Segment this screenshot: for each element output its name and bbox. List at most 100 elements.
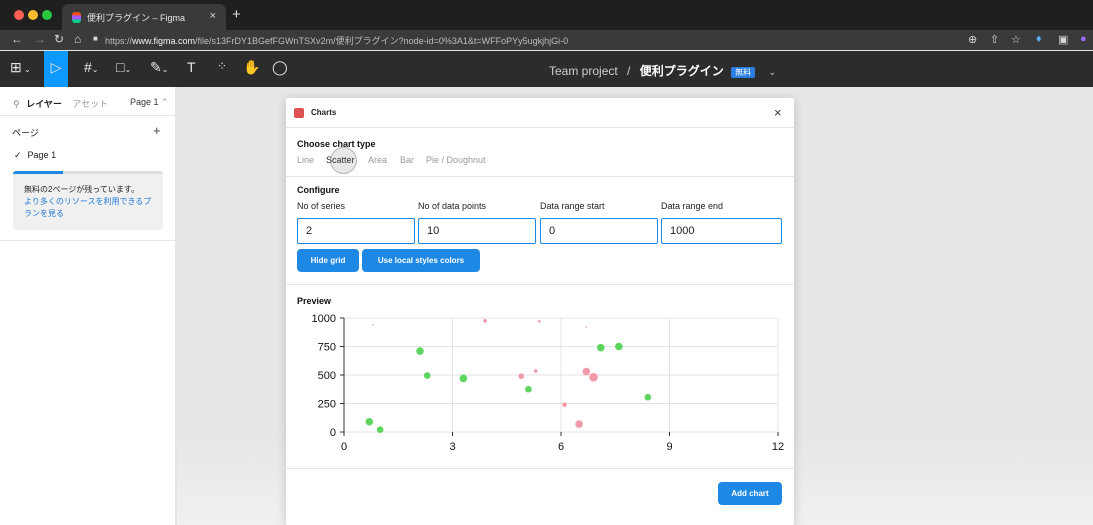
use-local-styles-button[interactable]: Use local styles colors (362, 249, 480, 272)
range-end-input[interactable]: 1000 (661, 218, 782, 244)
breadcrumb-separator: / (627, 64, 631, 78)
pages-heading: ページ (12, 128, 39, 138)
text-tool-icon[interactable]: T (187, 59, 196, 79)
divider (286, 468, 794, 469)
forward-arrow-icon[interactable]: → (34, 32, 46, 46)
scatter-point-series-1 (596, 343, 605, 352)
scatter-point-series-1 (423, 372, 431, 379)
scatter-point-series-2 (575, 420, 583, 428)
tab-assets[interactable]: アセット (72, 99, 108, 109)
scatter-point-series-2 (483, 319, 487, 323)
series-count-label: No of series (297, 201, 346, 211)
range-start-input[interactable]: 0 (540, 218, 658, 244)
url-field[interactable]: https://www.figma.com/file/s13FrDY1BGefF… (105, 34, 568, 47)
chart-type-bar[interactable]: Bar (400, 155, 414, 165)
page-list-item-label: Page 1 (27, 150, 57, 160)
range-end-label: Data range end (661, 201, 724, 211)
home-icon[interactable]: ⌂ (74, 32, 81, 46)
move-tool-icon[interactable]: ▷ (44, 51, 68, 87)
main-menu-icon[interactable]: ⊞ ⌄ (10, 59, 31, 79)
tab-title: 便利プラグイン – Figma (87, 12, 186, 23)
comment-tool-icon[interactable]: ◯ (272, 59, 288, 79)
preview-heading: Preview (297, 296, 332, 306)
page-selector[interactable]: Page 1 ⌃ (130, 97, 169, 108)
plan-badge: 無料 (731, 67, 756, 78)
scatter-point-series-1 (525, 385, 532, 393)
configure-heading: Configure (297, 185, 340, 195)
chart-type-area[interactable]: Area (368, 155, 387, 165)
scatter-point-series-2 (562, 402, 567, 407)
hide-grid-button[interactable]: Hide grid (297, 249, 359, 272)
chart-type-pie[interactable]: Pie / Doughnut (426, 155, 486, 165)
page-selector-label: Page 1 (130, 97, 159, 107)
divider (0, 240, 176, 241)
free-plan-notice: 無料の2ページが残っています。 より多くのリソースを利用できるプランを見る (13, 171, 163, 230)
pen-tool-icon[interactable]: ✎⌄ (150, 59, 168, 79)
page-usage-bar (13, 171, 163, 174)
figma-logo-icon (72, 11, 81, 23)
y-tick-label: 1000 (312, 313, 336, 325)
page-list-item[interactable]: ✓ Page 1 (14, 150, 56, 161)
scatter-point-series-1 (615, 342, 623, 351)
search-icon[interactable]: ⚲ (13, 99, 20, 109)
scatter-point-series-2 (533, 369, 538, 373)
scatter-point-series-2 (585, 326, 588, 328)
y-tick-label: 750 (318, 342, 336, 354)
new-tab-button[interactable]: + (232, 6, 241, 23)
zoom-icon[interactable]: ⊕ (968, 33, 977, 46)
close-icon[interactable]: × (774, 105, 782, 120)
scatter-point-series-1 (459, 374, 468, 383)
reload-icon[interactable]: ↻ (54, 32, 64, 46)
series-count-input[interactable]: 2 (297, 218, 415, 244)
x-tick-label: 3 (449, 441, 455, 453)
scatter-point-series-1 (416, 347, 424, 355)
scatter-point-series-2 (538, 320, 541, 323)
extensions-puzzle-icon[interactable]: ▣ (1058, 33, 1068, 46)
chart-type-line[interactable]: Line (297, 155, 314, 165)
chevron-down-icon[interactable]: ⌄ (768, 67, 776, 77)
extension-icon[interactable]: ♦ (1036, 33, 1042, 45)
browser-tab[interactable]: 便利プラグイン – Figma × (62, 4, 226, 30)
range-start-label: Data range start (540, 201, 605, 211)
maximize-window-button[interactable] (42, 10, 52, 20)
share-icon[interactable]: ⇧ (990, 33, 999, 46)
tab-layers[interactable]: レイヤー (26, 99, 62, 109)
divider (0, 115, 176, 116)
y-tick-label: 500 (318, 370, 336, 382)
project-name: Team project (549, 64, 618, 78)
scatter-point-series-2 (582, 367, 591, 376)
back-arrow-icon[interactable]: ← (11, 32, 23, 46)
plugin-title: Charts (311, 108, 337, 117)
checkmark-icon: ✓ (14, 150, 22, 160)
frame-tool-icon[interactable]: #⌄ (84, 59, 99, 79)
url-path: /file/s13FrDY1BGefFGWnTSXv2m/便利プラグイン?nod… (195, 36, 569, 46)
x-tick-label: 0 (341, 441, 347, 453)
figma-toolbar: ⊞ ⌄ ▷ #⌄ □⌄ ✎⌄ T ⁘ ✋ ◯ Team project / 便利… (0, 51, 1093, 87)
resources-icon[interactable]: ⁘ (217, 59, 227, 79)
y-tick-label: 250 (318, 399, 336, 411)
minimize-window-button[interactable] (28, 10, 38, 20)
hand-tool-icon[interactable]: ✋ (243, 59, 260, 79)
tab-close-button[interactable]: × (210, 10, 216, 22)
x-tick-label: 9 (666, 441, 672, 453)
add-page-button[interactable]: + (153, 123, 161, 138)
notice-text: 無料の2ページが残っています。 (24, 185, 140, 194)
profile-avatar-icon[interactable]: ● (1080, 33, 1087, 45)
scatter-point-series-1 (376, 426, 384, 434)
browser-tab-bar: 便利プラグイン – Figma × + (0, 0, 1093, 30)
x-tick-label: 12 (772, 441, 784, 453)
upgrade-link[interactable]: より多くのリソースを利用できるプランを見る (24, 196, 156, 220)
plugin-header: Charts × (286, 98, 794, 128)
chart-plugin-icon (294, 108, 304, 118)
bookmark-star-icon[interactable]: ☆ (1011, 33, 1021, 46)
add-chart-button[interactable]: Add chart (718, 482, 782, 505)
close-window-button[interactable] (14, 10, 24, 20)
mouse-cursor-icon (330, 147, 357, 174)
y-tick-label: 0 (330, 427, 336, 439)
url-domain: www.figma.com (132, 36, 196, 46)
data-points-input[interactable]: 10 (418, 218, 536, 244)
shape-tool-icon[interactable]: □⌄ (116, 59, 131, 79)
chevron-up-icon: ⌃ (161, 97, 169, 107)
file-title[interactable]: Team project / 便利プラグイン 無料 ⌄ (549, 62, 776, 79)
file-name: 便利プラグイン (639, 64, 724, 78)
